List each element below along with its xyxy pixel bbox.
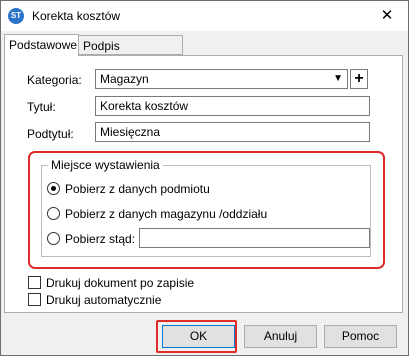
custom-place-input[interactable]	[139, 228, 370, 248]
category-label: Kategoria:	[27, 73, 82, 87]
subtitle-label: Podtytuł:	[27, 127, 74, 141]
print-after-save-label[interactable]: Drukuj dokument po zapisie	[46, 276, 194, 290]
issue-place-legend: Miejsce wystawienia	[48, 158, 163, 172]
ok-button[interactable]: OK	[162, 325, 235, 348]
print-after-save-checkbox[interactable]	[28, 276, 41, 289]
chevron-down-icon[interactable]: ▼	[333, 70, 343, 88]
title-bar: ST Korekta kosztów ✕	[1, 1, 408, 31]
category-value: Magazyn	[100, 72, 149, 86]
dialog-window: ST Korekta kosztów ✕ Podstawowe Podpis e…	[0, 0, 409, 356]
radio-from-warehouse-label[interactable]: Pobierz z danych magazynu /oddziału	[65, 207, 267, 221]
radio-from-here-label[interactable]: Pobierz stąd:	[65, 232, 135, 246]
print-automatically-checkbox[interactable]	[28, 293, 41, 306]
radio-from-entity[interactable]	[47, 182, 60, 195]
title-label: Tytuł:	[27, 100, 56, 114]
close-icon[interactable]: ✕	[366, 1, 408, 31]
cancel-button[interactable]: Anuluj	[244, 325, 317, 348]
subtitle-input[interactable]: Miesięczna	[95, 122, 370, 142]
print-automatically-label[interactable]: Drukuj automatycznie	[46, 293, 161, 307]
radio-selected-dot	[51, 186, 56, 191]
add-category-button[interactable]: +	[350, 69, 368, 89]
category-select[interactable]: Magazyn ▼	[95, 69, 348, 89]
title-input[interactable]: Korekta kosztów	[95, 96, 370, 116]
radio-from-warehouse[interactable]	[47, 207, 60, 220]
tab-podpis-elektroniczny[interactable]: Podpis elektroniczny	[79, 35, 183, 73]
radio-from-here[interactable]	[47, 232, 60, 245]
app-icon: ST	[8, 8, 24, 24]
tab-podstawowe[interactable]: Podstawowe	[4, 34, 79, 56]
radio-from-entity-label[interactable]: Pobierz z danych podmiotu	[65, 182, 210, 196]
help-button[interactable]: Pomoc	[324, 325, 397, 348]
window-title: Korekta kosztów	[32, 9, 121, 23]
